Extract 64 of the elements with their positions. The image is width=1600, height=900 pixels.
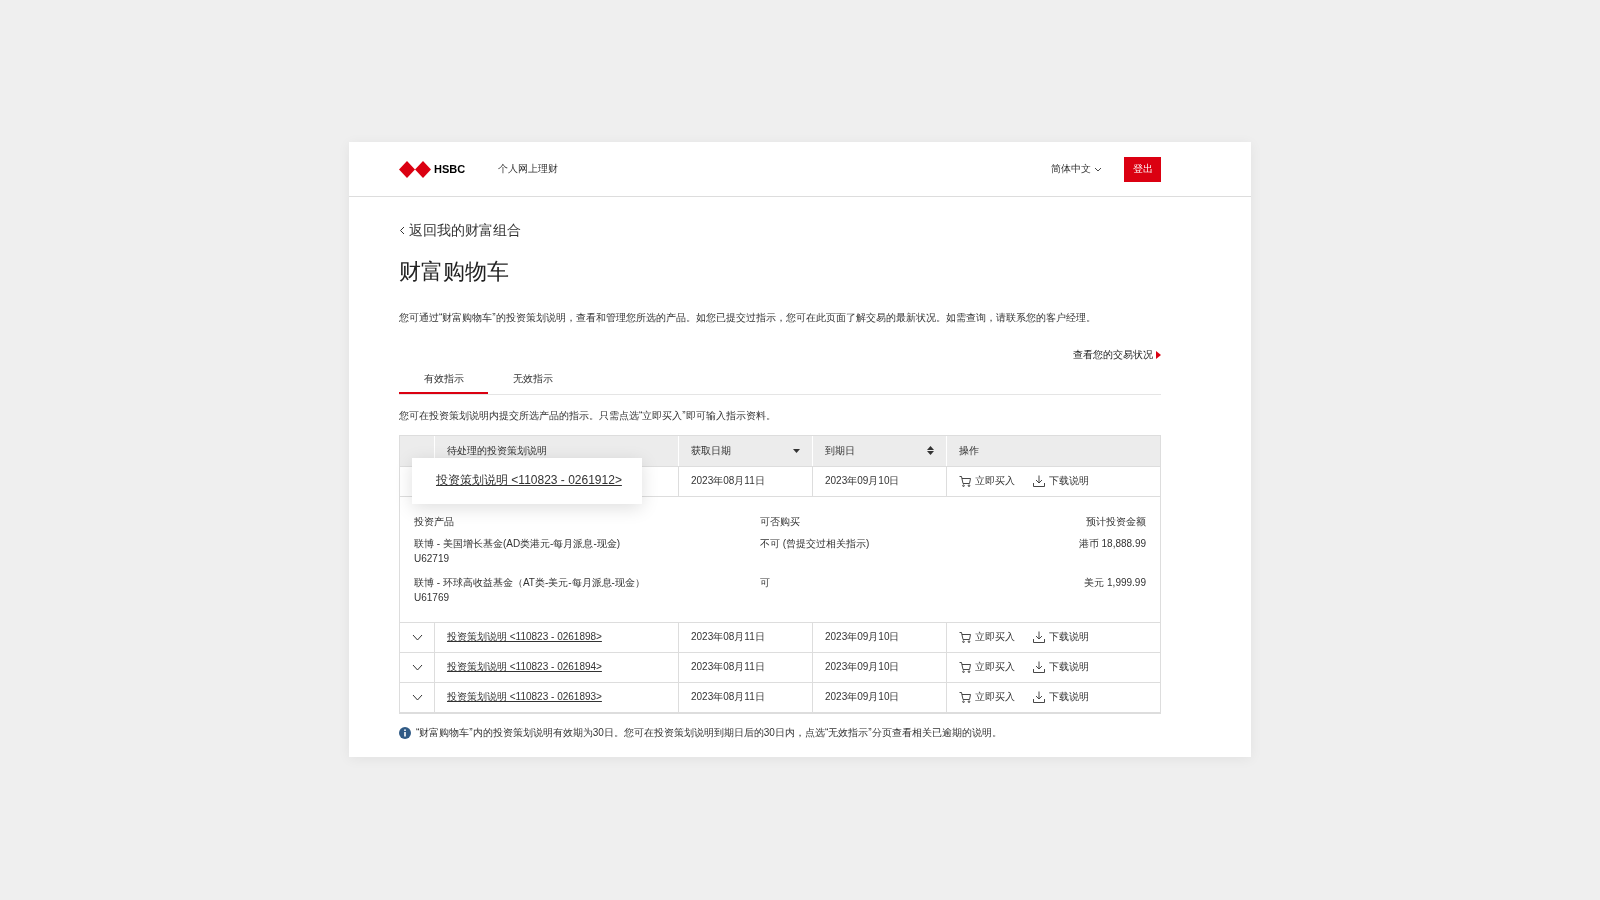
download-link[interactable]: 下载说明: [1033, 474, 1089, 488]
sort-icon[interactable]: [927, 446, 934, 455]
buy-now-link[interactable]: 立即买入: [959, 660, 1015, 674]
buy-now-link[interactable]: 立即买入: [959, 474, 1015, 488]
column-header: 投资产品: [414, 514, 455, 529]
transaction-status-link[interactable]: 查看您的交易状况: [1073, 347, 1161, 362]
column-header: 待处理的投资策划说明: [447, 443, 547, 458]
download-icon: [1033, 475, 1045, 487]
product-name: 联博 - 环球高收益基金（AT类-美元-每月派息-现金）: [414, 575, 646, 590]
product-code: U61769: [414, 591, 451, 603]
plan-link[interactable]: 投资策划说明 <110823 - 0261898>: [447, 630, 602, 644]
table-cell: 2023年08月11日: [691, 690, 765, 704]
logo-text: HSBC: [434, 163, 466, 175]
chevron-down-icon[interactable]: [411, 633, 423, 641]
column-header: 预计投资金额: [1085, 514, 1146, 529]
download-icon: [1033, 631, 1045, 643]
caret-right-icon: [1156, 350, 1161, 359]
tab[interactable]: 有效指示: [399, 366, 488, 394]
chevron-down-icon[interactable]: [411, 693, 423, 701]
download-icon: [1033, 661, 1045, 673]
cart-icon: [959, 661, 971, 673]
table-cell: 2023年08月11日: [691, 474, 765, 488]
amount-text: 港币 18,888.99: [1077, 536, 1146, 551]
info-icon: [399, 726, 411, 739]
availability-text: 不可 (曾提交过相关指示): [760, 536, 871, 551]
plan-link[interactable]: 投资策划说明 <110823 - 0261894>: [447, 660, 602, 674]
site-name: 个人网上理财: [498, 162, 559, 176]
back-link[interactable]: 返回我的财富组合: [399, 221, 521, 240]
page-title: 财富购物车: [399, 257, 510, 286]
table-cell: 2023年09月10日: [825, 690, 900, 704]
download-link[interactable]: 下载说明: [1033, 690, 1089, 704]
amount-text: 美元 1,999.99: [1083, 575, 1146, 590]
sort-down-icon[interactable]: [793, 448, 800, 453]
table-cell: 2023年09月10日: [825, 474, 900, 488]
table-cell: 2023年08月11日: [691, 630, 765, 644]
footnote-text: “财富购物车”内的投资策划说明有效期为30日。您可在投资策划说明到期日后的30日内，点选“无效指示”分页查看相关已逾期的说明。: [416, 725, 1002, 740]
table-cell: 2023年08月11日: [691, 660, 765, 674]
download-link[interactable]: 下载说明: [1033, 630, 1089, 644]
language-dropdown[interactable]: 简体中文: [1051, 162, 1102, 176]
chevron-down-icon: [1094, 166, 1102, 172]
buy-now-link[interactable]: 立即买入: [959, 690, 1015, 704]
intro-text: 您可通过“财富购物车”的投资策划说明，查看和管理您所选的产品。如您已提交过指示，您可在此页面了解交易的最新状况。如需查询，请联系您的客户经理。: [399, 310, 1097, 325]
product-name: 联博 - 美国增长基金(AD类港元-每月派息-现金): [414, 536, 622, 551]
plan-link[interactable]: 投资策划说明 <110823 - 0261912>: [412, 457, 642, 504]
cart-icon: [959, 691, 971, 703]
table-cell: 2023年09月10日: [825, 630, 900, 644]
product-code: U62719: [414, 552, 451, 564]
chevron-left-icon: [399, 226, 405, 235]
cart-icon: [959, 631, 971, 643]
download-link[interactable]: 下载说明: [1033, 660, 1089, 674]
download-icon: [1033, 691, 1045, 703]
availability-text: 可: [760, 575, 771, 590]
chevron-down-icon[interactable]: [411, 663, 423, 671]
column-header: 到期日: [825, 443, 855, 458]
logout-button[interactable]: 登出: [1124, 156, 1161, 182]
hint-text: 您可在投资策划说明内提交所选产品的指示。只需点选“立即买入”即可输入指示资料。: [399, 408, 777, 423]
table-cell: 2023年09月10日: [825, 660, 900, 674]
plan-link[interactable]: 投资策划说明 <110823 - 0261893>: [447, 690, 602, 704]
tab[interactable]: 无效指示: [488, 366, 577, 394]
buy-now-link[interactable]: 立即买入: [959, 630, 1015, 644]
column-header: 操作: [959, 443, 979, 458]
column-header: 获取日期: [691, 443, 731, 458]
cart-icon: [959, 475, 971, 487]
column-header: 可否购买: [760, 514, 801, 529]
